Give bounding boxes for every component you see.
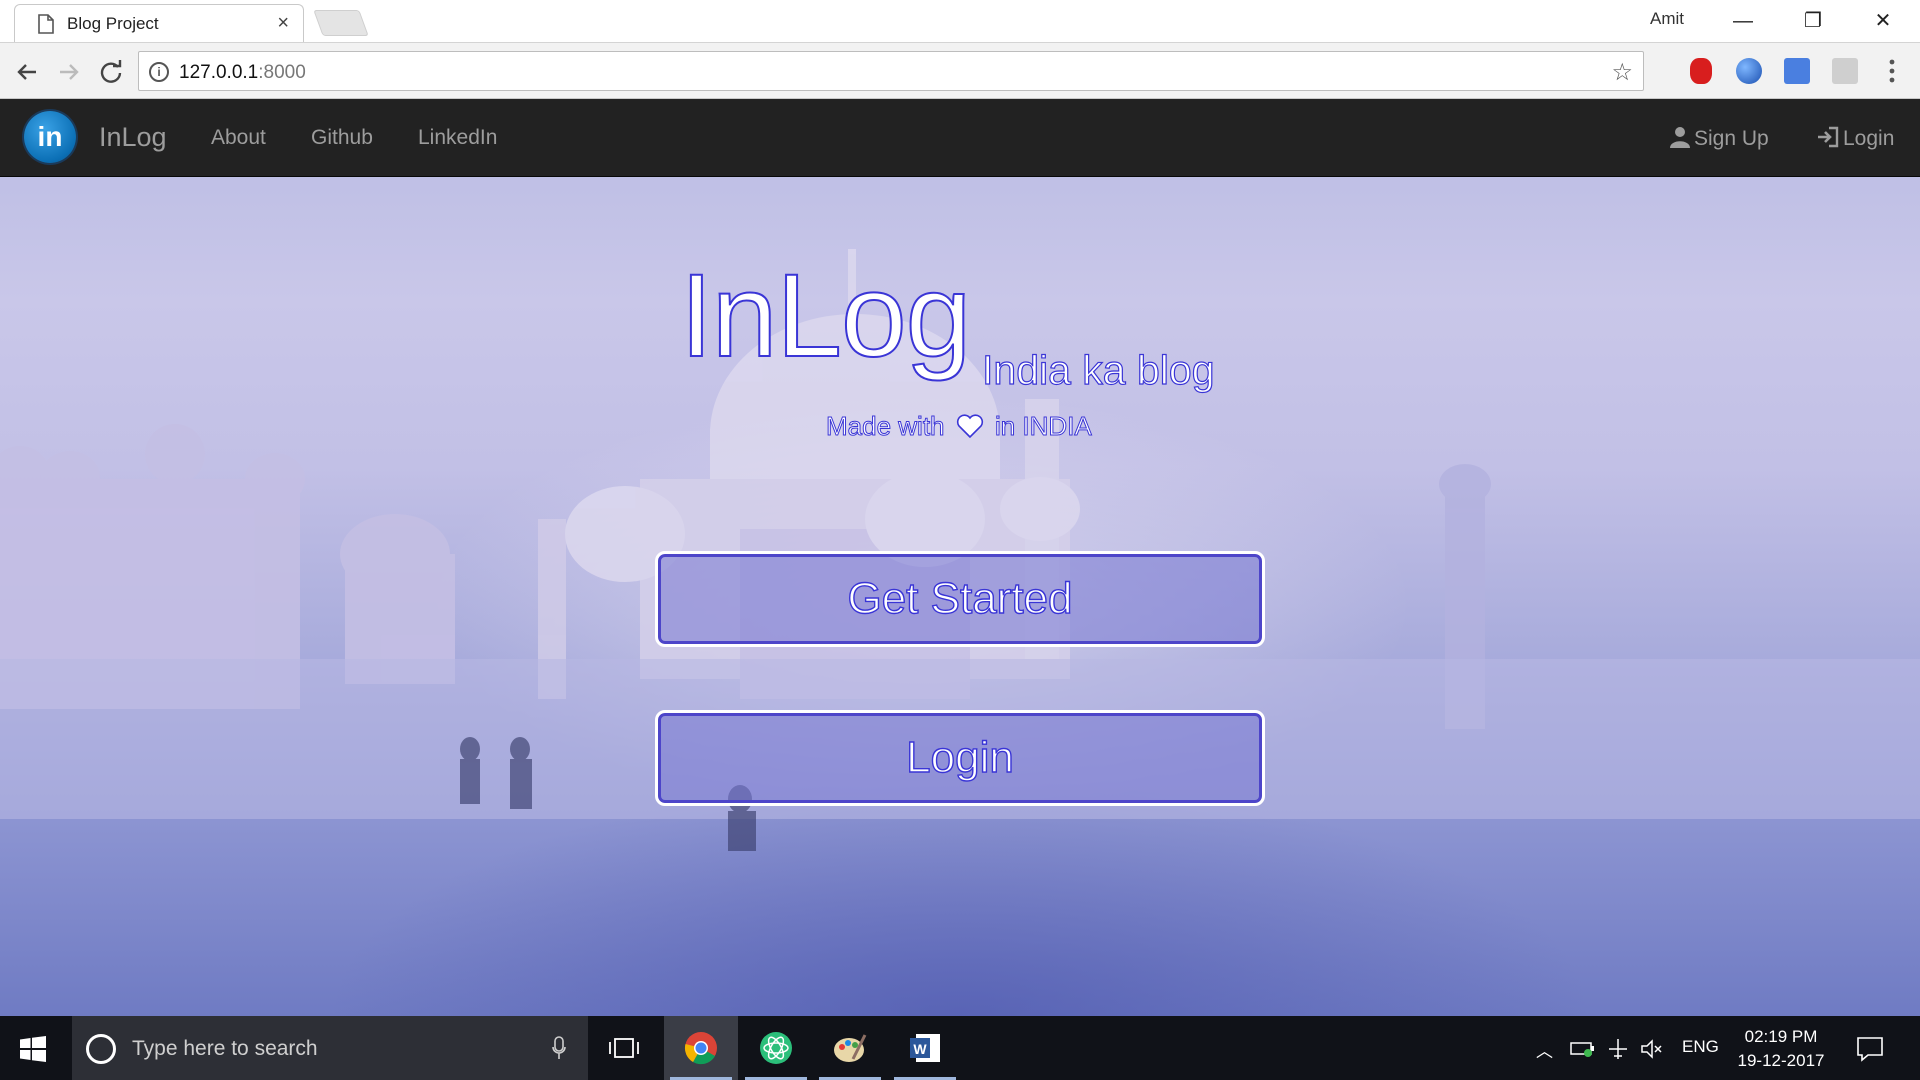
word-icon: W — [910, 1034, 940, 1062]
volume-mute-icon[interactable] — [1640, 1037, 1664, 1061]
star-icon[interactable]: ☆ — [1611, 58, 1633, 87]
profile-name[interactable]: Amit — [1650, 9, 1684, 29]
close-window-button[interactable]: ✕ — [1858, 6, 1908, 36]
microphone-icon[interactable] — [552, 1036, 566, 1060]
menu-kebab-icon[interactable] — [1886, 57, 1898, 85]
taskbar-chrome[interactable] — [664, 1016, 738, 1080]
address-bar[interactable]: i 127.0.0.1:8000 ☆ — [138, 51, 1644, 91]
url-text: 127.0.0.1:8000 — [179, 62, 306, 83]
nav-link-linkedin[interactable]: LinkedIn — [418, 126, 497, 150]
nav-link-about[interactable]: About — [211, 126, 266, 150]
heart-icon — [956, 414, 983, 438]
taskbar-atom[interactable] — [739, 1016, 813, 1080]
browser-toolbar: i 127.0.0.1:8000 ☆ — [0, 42, 1920, 99]
brand-logo[interactable]: in — [24, 111, 76, 163]
page-icon — [38, 14, 54, 34]
atom-icon — [760, 1032, 792, 1064]
windows-start-icon[interactable] — [20, 1036, 46, 1062]
nav-login-link[interactable]: Login — [1817, 126, 1894, 151]
chrome-icon — [684, 1032, 717, 1065]
search-placeholder: Type here to search — [132, 1037, 318, 1060]
chevron-up-icon[interactable]: ︿ — [1536, 1037, 1553, 1062]
hero-title: InLog — [679, 250, 972, 382]
restore-button[interactable]: ❐ — [1788, 6, 1838, 36]
windows-taskbar: Type here to search W ︿ ENG 02:19 PM 19-… — [0, 1016, 1920, 1080]
reload-icon[interactable] — [96, 57, 126, 87]
battery-icon[interactable] — [1570, 1038, 1596, 1058]
hero-tagline: Made with in INDIA — [826, 411, 1093, 442]
taskbar-word[interactable]: W — [888, 1016, 962, 1080]
minimize-button[interactable]: — — [1718, 6, 1768, 36]
notifications-icon[interactable] — [1856, 1036, 1884, 1062]
pdf-extension-icon[interactable] — [1832, 58, 1858, 84]
taskbar-clock[interactable]: 02:19 PM 19-12-2017 — [1736, 1025, 1826, 1073]
taskbar-search-box[interactable]: Type here to search — [72, 1016, 588, 1080]
hero-subtitle: India ka blog — [981, 346, 1215, 393]
site-navbar: in InLog About Github LinkedIn Sign Up L… — [0, 99, 1920, 177]
nav-link-github[interactable]: Github — [311, 126, 373, 150]
browser-tab[interactable]: Blog Project × — [14, 4, 304, 42]
opera-extension-icon[interactable] — [1690, 58, 1712, 84]
cortana-icon — [86, 1034, 116, 1064]
svg-text:W: W — [913, 1041, 927, 1057]
page-viewport: in InLog About Github LinkedIn Sign Up L… — [0, 99, 1920, 1016]
browser-extension-icon[interactable] — [1736, 58, 1762, 84]
back-arrow-icon[interactable] — [12, 57, 42, 87]
forward-arrow-icon[interactable] — [54, 57, 84, 87]
airplane-icon[interactable] — [1606, 1037, 1630, 1061]
get-started-button[interactable]: Get Started — [655, 551, 1265, 647]
new-tab-button[interactable] — [313, 10, 369, 36]
user-icon — [1670, 127, 1690, 148]
tab-title: Blog Project — [67, 14, 159, 33]
task-view-icon[interactable] — [608, 1036, 640, 1060]
language-indicator[interactable]: ENG — [1682, 1037, 1719, 1057]
browser-tab-strip: Blog Project × Amit — ❐ ✕ — [0, 0, 1920, 42]
taskbar-paint[interactable] — [813, 1016, 887, 1080]
login-icon — [1818, 126, 1839, 148]
nav-signup-link[interactable]: Sign Up — [1670, 126, 1769, 151]
info-icon[interactable]: i — [149, 62, 169, 82]
translate-extension-icon[interactable] — [1784, 58, 1810, 84]
tab-close-icon[interactable]: × — [277, 12, 289, 34]
login-button[interactable]: Login — [655, 710, 1265, 806]
paint-icon — [834, 1034, 867, 1062]
brand-name[interactable]: InLog — [99, 122, 167, 153]
